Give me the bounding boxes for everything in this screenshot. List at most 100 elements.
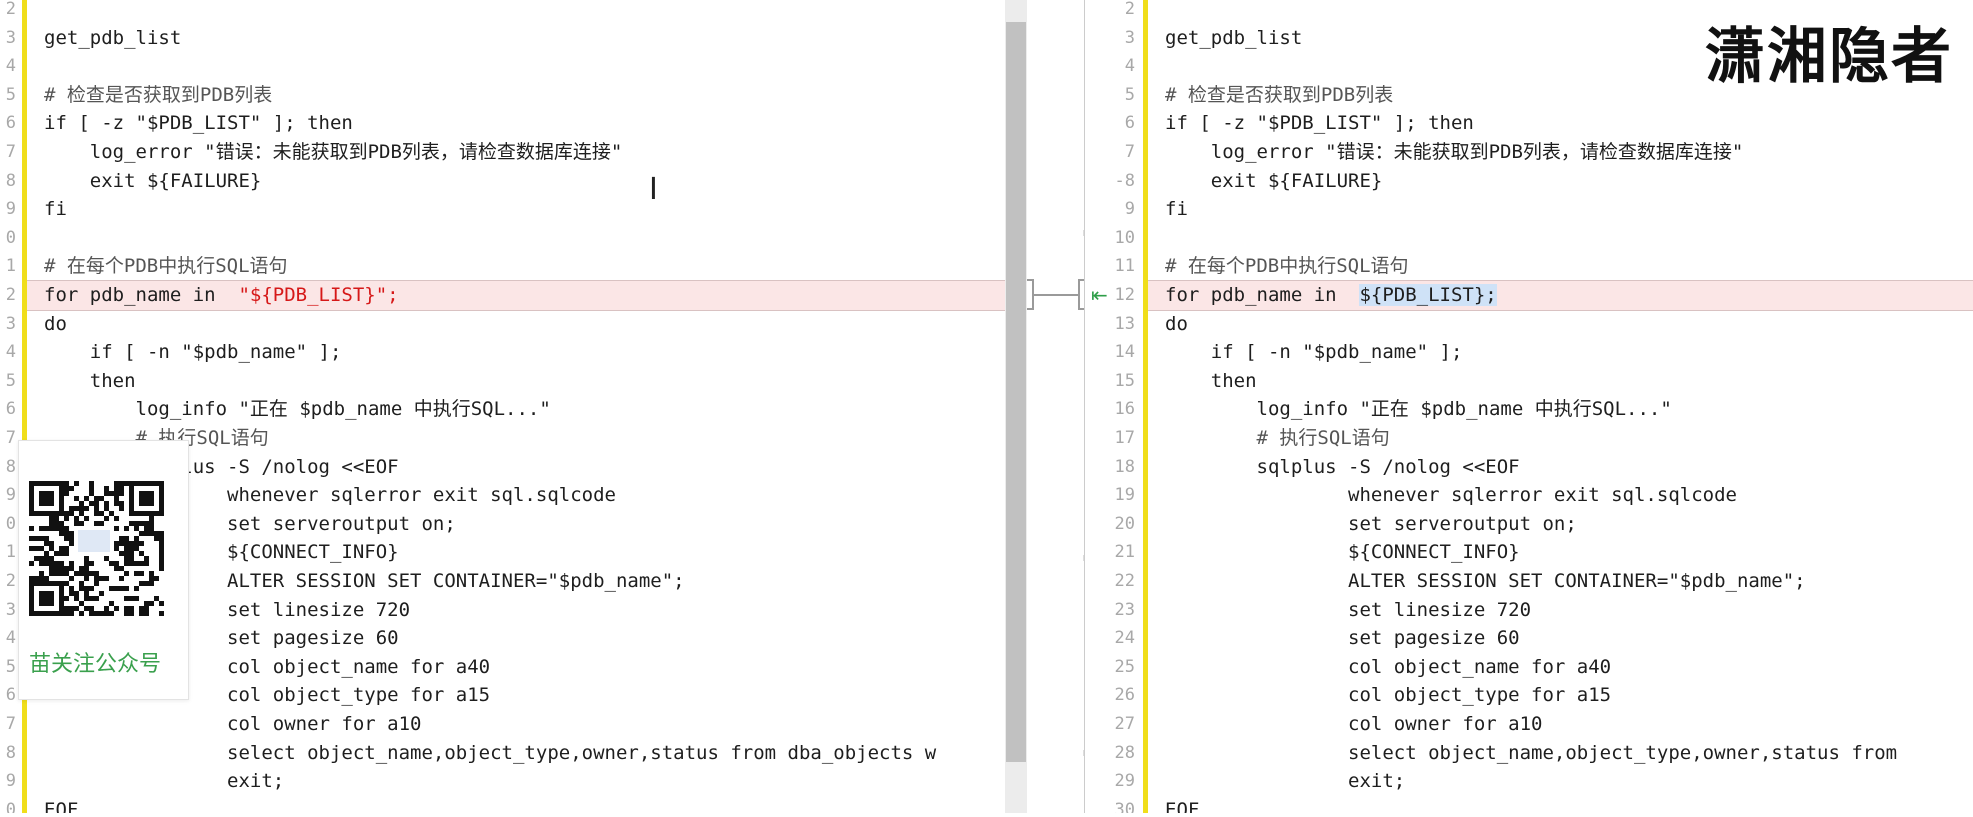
line-number: 28 <box>1114 742 1135 763</box>
qr-caption: 苗关注公众号 <box>29 652 162 677</box>
code-line-changed: for pdb_name in ${PDB_LIST}; <box>1165 281 1497 310</box>
code-line: col owner for a10 <box>44 713 422 735</box>
line-number: 3 <box>5 599 16 620</box>
code-line: EOF <box>1165 798 1200 813</box>
qr-code-image <box>29 481 164 616</box>
code-line: set pagesize 60 <box>1165 627 1520 650</box>
line-number: 2 <box>5 285 16 305</box>
line-number: 1 <box>5 256 16 277</box>
line-number: 8 <box>5 456 16 477</box>
line-number: 5 <box>1124 84 1135 105</box>
line-number: 7 <box>5 142 16 162</box>
line-number-gutter: ⇤ 2 3 4 5 6 7 -8 9 10 11 12 13 14 15 16 17 18 19 20 21 22 23 2… <box>1085 0 1143 813</box>
code-line: ${CONNECT_INFO} <box>1165 541 1520 564</box>
changed-token: "${PDB_LIST}"; <box>238 284 399 306</box>
line-number: 6 <box>5 399 16 420</box>
line-number: 3 <box>5 27 16 48</box>
line-number: 4 <box>5 342 16 363</box>
line-number: 26 <box>1114 685 1135 706</box>
line-number: 7 <box>5 428 16 448</box>
line-number: 8 <box>5 170 16 191</box>
code-line: ALTER SESSION SET CONTAINER="$pdb_name"; <box>1165 570 1806 592</box>
code-line: EOF <box>44 798 79 813</box>
line-number: 21 <box>1114 542 1135 563</box>
line-number: 7 <box>1124 142 1135 162</box>
line-number: 1 <box>5 542 16 563</box>
line-number: 17 <box>1114 428 1135 448</box>
line-number: 5 <box>5 370 16 391</box>
code-line: log_error "错误：未能获取到PDB列表，请检查数据库连接" <box>1165 141 1744 163</box>
code-line: get_pdb_list <box>1165 26 1303 49</box>
line-number: 27 <box>1114 714 1135 734</box>
line-number: 4 <box>5 628 16 649</box>
qr-code-card: 苗关注公众号 <box>18 440 189 700</box>
line-number: 16 <box>1114 399 1135 420</box>
code-line: col object_type for a15 <box>1165 684 1612 707</box>
left-scrollbar-thumb[interactable] <box>1006 22 1026 762</box>
line-number: 4 <box>1124 56 1135 77</box>
code-line-prefix: for pdb_name in <box>1165 284 1360 306</box>
line-number: 5 <box>5 656 16 677</box>
code-line: col owner for a10 <box>1165 713 1543 735</box>
code-line: # 在每个PDB中执行SQL语句 <box>1165 255 1409 278</box>
diff-connector-graphic <box>1027 230 1085 756</box>
code-line: fi <box>1165 198 1188 221</box>
code-line: exit ${FAILURE} <box>1165 169 1383 192</box>
line-number: 24 <box>1114 628 1135 649</box>
code-line: get_pdb_list <box>44 26 182 49</box>
right-editor-pane[interactable]: ⇤ 2 3 4 5 6 7 -8 9 10 11 12 13 14 15 16 17 18 19 20 21 22 23 2… <box>1085 0 1973 813</box>
code-line: select object_name,object_type,owner,sta… <box>44 741 937 764</box>
line-number: 22 <box>1114 571 1135 591</box>
code-line-prefix: for pdb_name in <box>44 284 239 306</box>
code-line: exit; <box>44 770 285 793</box>
code-line: then <box>1165 369 1257 392</box>
code-line: sqlplus -S /nolog <<EOF <box>1165 455 1520 478</box>
line-number: 14 <box>1114 342 1135 363</box>
line-number: 6 <box>1124 113 1135 134</box>
code-line: # 检查是否获取到PDB列表 <box>44 83 273 106</box>
code-line: if [ -n "$pdb_name" ]; <box>44 341 342 364</box>
code-line: exit; <box>1165 770 1406 793</box>
watermark-text: 潇湘隐者 <box>1705 22 1953 92</box>
text-cursor-icon: I <box>649 172 658 207</box>
line-number: 30 <box>1114 799 1135 813</box>
line-number: 15 <box>1114 370 1135 391</box>
line-number: 11 <box>1114 256 1135 277</box>
line-number: 0 <box>5 799 16 813</box>
line-number: 3 <box>5 313 16 334</box>
code-line: log_error "错误：未能获取到PDB列表，请检查数据库连接" <box>44 141 623 163</box>
line-number: 2 <box>1124 0 1135 19</box>
line-number: 0 <box>5 513 16 534</box>
code-line: do <box>1165 312 1188 335</box>
change-marker-bar <box>1143 0 1148 813</box>
line-number: 9 <box>5 771 16 792</box>
code-line: if [ -n "$pdb_name" ]; <box>1165 341 1463 364</box>
code-line: then <box>44 369 136 392</box>
code-line: exit ${FAILURE} <box>44 169 262 192</box>
line-number: 3 <box>1124 27 1135 48</box>
line-number: 8 <box>5 742 16 763</box>
code-line: log_info "正在 $pdb_name 中执行SQL..." <box>1165 398 1672 421</box>
code-line: log_info "正在 $pdb_name 中执行SQL..." <box>44 398 551 421</box>
code-line: # 在每个PDB中执行SQL语句 <box>44 255 288 278</box>
code-line: whenever sqlerror exit sql.sqlcode <box>1165 484 1737 507</box>
code-line: set linesize 720 <box>1165 598 1532 621</box>
code-line: do <box>44 312 67 335</box>
line-number: 2 <box>5 0 16 19</box>
line-number: 0 <box>5 227 16 248</box>
line-number: 6 <box>5 113 16 134</box>
code-line: fi <box>44 198 67 221</box>
line-number: 9 <box>5 199 16 220</box>
code-line: col object_name for a40 <box>1165 655 1612 678</box>
changed-token: ${PDB_LIST}; <box>1359 284 1497 306</box>
line-number: 18 <box>1114 456 1135 477</box>
line-number: 10 <box>1114 227 1135 248</box>
line-number: 12 <box>1114 285 1135 305</box>
code-line: if [ -z "$PDB_LIST" ]; then <box>1165 112 1474 135</box>
line-number: 5 <box>5 84 16 105</box>
line-number: 9 <box>1124 199 1135 220</box>
code-line: # 检查是否获取到PDB列表 <box>1165 83 1394 106</box>
line-number: 25 <box>1114 656 1135 677</box>
line-number: 6 <box>5 685 16 706</box>
line-number: 4 <box>5 56 16 77</box>
